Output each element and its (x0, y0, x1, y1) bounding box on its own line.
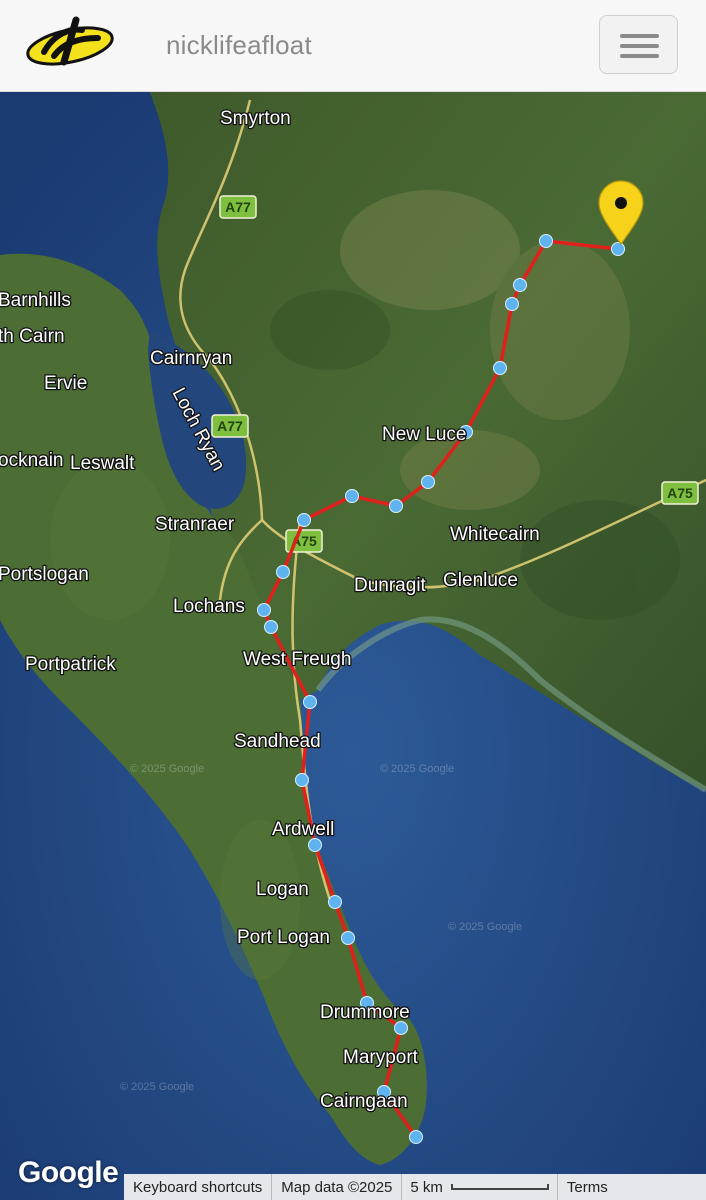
map-watermark: © 2025 Google (448, 921, 522, 933)
map-attribution-bar: Keyboard shortcuts Map data ©2025 5 km T… (124, 1174, 706, 1200)
place-label-whitecairn: Whitecairn (450, 524, 540, 545)
keyboard-shortcuts-link[interactable]: Keyboard shortcuts (124, 1179, 271, 1196)
place-label-portslogan: Portslogan (0, 564, 89, 585)
map-watermark: © 2025 Google (130, 763, 204, 775)
road-shield-a75-east: A75 (661, 481, 699, 505)
place-label-logan: Logan (256, 879, 309, 900)
place-label-dunragit: Dunragit (354, 575, 427, 596)
terms-link[interactable]: Terms (558, 1179, 617, 1196)
place-label-ervie: Ervie (44, 373, 87, 394)
waypoint (308, 838, 322, 852)
hamburger-line (620, 54, 659, 58)
site-title[interactable]: nicklifeafloat (166, 30, 312, 61)
waypoint (409, 1130, 423, 1144)
hamburger-menu-icon (620, 34, 659, 38)
waypoint (539, 234, 553, 248)
waypoint (394, 1021, 408, 1035)
waypoint (493, 361, 507, 375)
place-label-west-freugh: West Freugh (243, 649, 351, 670)
waypoint (611, 242, 625, 256)
map-canvas[interactable]: A77 A77 A75 A75 © 2025 Google © 2025 Goo… (0, 92, 706, 1200)
waypoint (341, 931, 355, 945)
place-label-port-logan: Port Logan (237, 927, 330, 948)
place-label-smyrton: Smyrton (220, 108, 291, 129)
map-watermark: © 2025 Google (380, 763, 454, 775)
place-label-leswalt: Leswalt (70, 453, 135, 474)
map-data-link[interactable]: Map data ©2025 (272, 1179, 401, 1196)
scale-bar (450, 1184, 549, 1190)
place-label-barnhills: Barnhills (0, 290, 71, 311)
place-label-sandhead: Sandhead (234, 731, 321, 752)
menu-button[interactable] (599, 15, 678, 74)
place-label-stranraer: Stranraer (155, 514, 235, 535)
svg-text:A75: A75 (667, 485, 693, 501)
map-view[interactable]: A77 A77 A75 A75 © 2025 Google © 2025 Goo… (0, 92, 706, 1200)
place-label-cairngaan: Cairngaan (320, 1091, 408, 1112)
road-shield-a77-loch: A77 (211, 414, 249, 438)
yb-logo-icon[interactable] (24, 16, 116, 76)
waypoint (389, 499, 403, 513)
map-scale[interactable]: 5 km (402, 1179, 557, 1196)
waypoint (297, 513, 311, 527)
place-label-lochans: Lochans (173, 596, 245, 617)
waypoint (257, 603, 271, 617)
site-header: nicklifeafloat (0, 0, 706, 92)
waypoint (264, 620, 278, 634)
svg-text:A77: A77 (217, 418, 243, 434)
place-label-new-luce: New Luce (382, 424, 467, 445)
place-label-drummore: Drummore (320, 1002, 410, 1023)
road-shield-a77-north: A77 (219, 195, 257, 219)
place-label-portpatrick: Portpatrick (25, 654, 116, 675)
waypoint (345, 489, 359, 503)
place-label-ardwell: Ardwell (272, 819, 334, 840)
waypoint (276, 565, 290, 579)
place-label-glenluce: Glenluce (443, 570, 518, 591)
place-label-maryport: Maryport (343, 1047, 419, 1068)
waypoint (513, 278, 527, 292)
waypoint (303, 695, 317, 709)
svg-text:A77: A77 (225, 199, 251, 215)
waypoint (421, 475, 435, 489)
place-label-cairnryan: Cairnryan (150, 348, 232, 369)
waypoint (505, 297, 519, 311)
google-logo[interactable]: Google (18, 1156, 119, 1190)
scale-label: 5 km (410, 1178, 443, 1196)
place-label-north-cairn: th Cairn (0, 326, 65, 347)
hamburger-line (620, 44, 659, 48)
map-watermark: © 2025 Google (120, 1081, 194, 1093)
place-label-knocknain: ocknain (0, 450, 64, 471)
waypoint (328, 895, 342, 909)
waypoint (295, 773, 309, 787)
